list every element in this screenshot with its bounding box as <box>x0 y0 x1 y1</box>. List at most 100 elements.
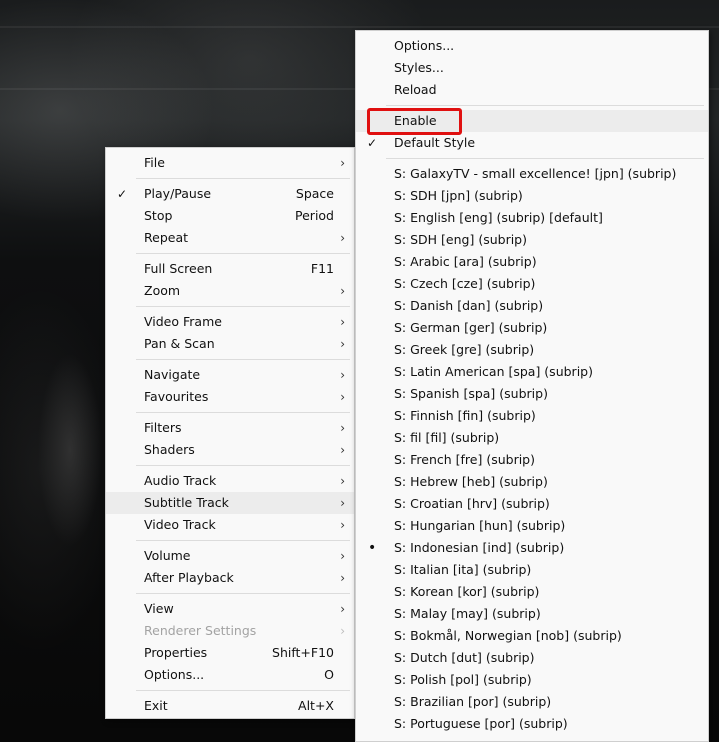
menu-item-label: S: fil [fil] (subrip) <box>394 430 500 445</box>
menu-item-label: Options... <box>144 667 205 682</box>
menu-item-label: S: Arabic [ara] (subrip) <box>394 254 537 269</box>
menu-item-label: Audio Track <box>144 473 217 488</box>
chevron-right-icon: › <box>340 624 345 638</box>
menu-item-s-dutch-dut-subrip[interactable]: S: Dutch [dut] (subrip) <box>356 647 708 669</box>
menu-item-s-english-eng-subrip-default[interactable]: S: English [eng] (subrip) [default] <box>356 207 708 229</box>
menu-item-default-style[interactable]: ✓ Default Style <box>356 132 708 154</box>
menu-item-label: S: Spanish [spa] (subrip) <box>394 386 548 401</box>
menu-item-s-galaxytv-small-excellence-jpn-subrip[interactable]: S: GalaxyTV - small excellence! [jpn] (s… <box>356 163 708 185</box>
chevron-right-icon: › <box>340 571 345 585</box>
chevron-right-icon: › <box>340 156 345 170</box>
menu-item-s-danish-dan-subrip[interactable]: S: Danish [dan] (subrip) <box>356 295 708 317</box>
chevron-right-icon: › <box>340 284 345 298</box>
menu-item-file[interactable]: File › <box>106 152 354 174</box>
menu-item-s-italian-ita-subrip[interactable]: S: Italian [ita] (subrip) <box>356 559 708 581</box>
menu-item-zoom[interactable]: Zoom › <box>106 280 354 302</box>
menu-item-s-czech-cze-subrip[interactable]: S: Czech [cze] (subrip) <box>356 273 708 295</box>
menu-item-label: S: Portuguese [por] (subrip) <box>394 716 568 731</box>
menu-item-s-finnish-fin-subrip[interactable]: S: Finnish [fin] (subrip) <box>356 405 708 427</box>
menu-item-label: Default Style <box>394 135 476 150</box>
menu-item-label: S: Croatian [hrv] (subrip) <box>394 496 550 511</box>
menu-item-s-bokm-l-norwegian-nob-subrip[interactable]: S: Bokmål, Norwegian [nob] (subrip) <box>356 625 708 647</box>
menu-item-label: File <box>144 155 165 170</box>
menu-item-s-brazilian-por-subrip[interactable]: S: Brazilian [por] (subrip) <box>356 691 708 713</box>
menu-item-s-polish-pol-subrip[interactable]: S: Polish [pol] (subrip) <box>356 669 708 691</box>
menu-item-label: S: SDH [jpn] (subrip) <box>394 188 523 203</box>
menu-item-filters[interactable]: Filters › <box>106 417 354 439</box>
menu-item-reload[interactable]: Reload <box>356 79 708 101</box>
menu-item-label: Pan & Scan <box>144 336 215 351</box>
menu-separator <box>136 593 350 594</box>
menu-item-renderer-settings: Renderer Settings › <box>106 620 354 642</box>
menu-item-exit[interactable]: Exit Alt+X <box>106 695 354 717</box>
menu-item-s-hungarian-hun-subrip[interactable]: S: Hungarian [hun] (subrip) <box>356 515 708 537</box>
background-stripe <box>0 26 719 28</box>
menu-separator <box>386 158 704 159</box>
chevron-right-icon: › <box>340 368 345 382</box>
menu-item-label: S: Hungarian [hun] (subrip) <box>394 518 566 533</box>
menu-item-label: View <box>144 601 174 616</box>
menu-item-label: Zoom <box>144 283 181 298</box>
menu-item-view[interactable]: View › <box>106 598 354 620</box>
menu-item-label: Properties <box>144 645 208 660</box>
chevron-right-icon: › <box>340 496 345 510</box>
menu-item-s-fil-fil-subrip[interactable]: S: fil [fil] (subrip) <box>356 427 708 449</box>
menu-item-s-french-fre-subrip[interactable]: S: French [fre] (subrip) <box>356 449 708 471</box>
menu-item-volume[interactable]: Volume › <box>106 545 354 567</box>
menu-item-s-korean-kor-subrip[interactable]: S: Korean [kor] (subrip) <box>356 581 708 603</box>
menu-item-pan-scan[interactable]: Pan & Scan › <box>106 333 354 355</box>
menu-item-s-portuguese-por-subrip[interactable]: S: Portuguese [por] (subrip) <box>356 713 708 735</box>
menu-item-s-greek-gre-subrip[interactable]: S: Greek [gre] (subrip) <box>356 339 708 361</box>
menu-item-s-malay-may-subrip[interactable]: S: Malay [may] (subrip) <box>356 603 708 625</box>
menu-item-full-screen[interactable]: Full Screen F11 <box>106 258 354 280</box>
menu-item-s-latin-american-spa-subrip[interactable]: S: Latin American [spa] (subrip) <box>356 361 708 383</box>
menu-item-styles[interactable]: Styles... <box>356 57 708 79</box>
menu-item-s-indonesian-ind-subrip[interactable]: • S: Indonesian [ind] (subrip) <box>356 537 708 559</box>
menu-item-navigate[interactable]: Navigate › <box>106 364 354 386</box>
menu-item-label: S: Bokmål, Norwegian [nob] (subrip) <box>394 628 622 643</box>
menu-item-options[interactable]: Options... <box>356 35 708 57</box>
player-context-menu: File › ✓ Play/Pause Space Stop Period Repeat › Fu… <box>105 147 355 719</box>
menu-item-shortcut: Space <box>295 186 334 201</box>
menu-item-shaders[interactable]: Shaders › <box>106 439 354 461</box>
menu-item-s-hebrew-heb-subrip[interactable]: S: Hebrew [heb] (subrip) <box>356 471 708 493</box>
menu-item-video-track[interactable]: Video Track › <box>106 514 354 536</box>
menu-item-s-sdh-eng-subrip[interactable]: S: SDH [eng] (subrip) <box>356 229 708 251</box>
menu-item-audio-track[interactable]: Audio Track › <box>106 470 354 492</box>
menu-item-s-sdh-jpn-subrip[interactable]: S: SDH [jpn] (subrip) <box>356 185 708 207</box>
menu-item-favourites[interactable]: Favourites › <box>106 386 354 408</box>
menu-item-s-german-ger-subrip[interactable]: S: German [ger] (subrip) <box>356 317 708 339</box>
menu-item-label: S: Italian [ita] (subrip) <box>394 562 532 577</box>
menu-item-video-frame[interactable]: Video Frame › <box>106 311 354 333</box>
menu-item-stop[interactable]: Stop Period <box>106 205 354 227</box>
menu-item-after-playback[interactable]: After Playback › <box>106 567 354 589</box>
menu-item-label: Video Track <box>144 517 216 532</box>
menu-item-properties[interactable]: Properties Shift+F10 <box>106 642 354 664</box>
menu-item-label: S: Dutch [dut] (subrip) <box>394 650 535 665</box>
background-figure <box>30 330 110 590</box>
menu-item-options[interactable]: Options... O <box>106 664 354 686</box>
menu-item-s-arabic-ara-subrip[interactable]: S: Arabic [ara] (subrip) <box>356 251 708 273</box>
chevron-right-icon: › <box>340 518 345 532</box>
menu-item-label: S: Greek [gre] (subrip) <box>394 342 535 357</box>
menu-item-label: Video Frame <box>144 314 222 329</box>
menu-item-repeat[interactable]: Repeat › <box>106 227 354 249</box>
menu-separator <box>136 359 350 360</box>
menu-separator <box>386 105 704 106</box>
chevron-right-icon: › <box>340 390 345 404</box>
chevron-right-icon: › <box>340 549 345 563</box>
menu-item-subtitle-track[interactable]: Subtitle Track › <box>106 492 354 514</box>
menu-separator <box>136 178 350 179</box>
menu-item-label: Subtitle Track <box>144 495 229 510</box>
menu-separator <box>136 306 350 307</box>
menu-item-label: Styles... <box>394 60 444 75</box>
menu-item-label: Repeat <box>144 230 189 245</box>
menu-item-label: S: German [ger] (subrip) <box>394 320 548 335</box>
menu-item-s-croatian-hrv-subrip[interactable]: S: Croatian [hrv] (subrip) <box>356 493 708 515</box>
menu-item-label: S: French [fre] (subrip) <box>394 452 535 467</box>
menu-item-s-spanish-spa-subrip[interactable]: S: Spanish [spa] (subrip) <box>356 383 708 405</box>
menu-item-shortcut: Alt+X <box>298 698 334 713</box>
menu-item-label: Play/Pause <box>144 186 212 201</box>
menu-item-play-pause[interactable]: ✓ Play/Pause Space <box>106 183 354 205</box>
menu-item-label: S: Czech [cze] (subrip) <box>394 276 536 291</box>
